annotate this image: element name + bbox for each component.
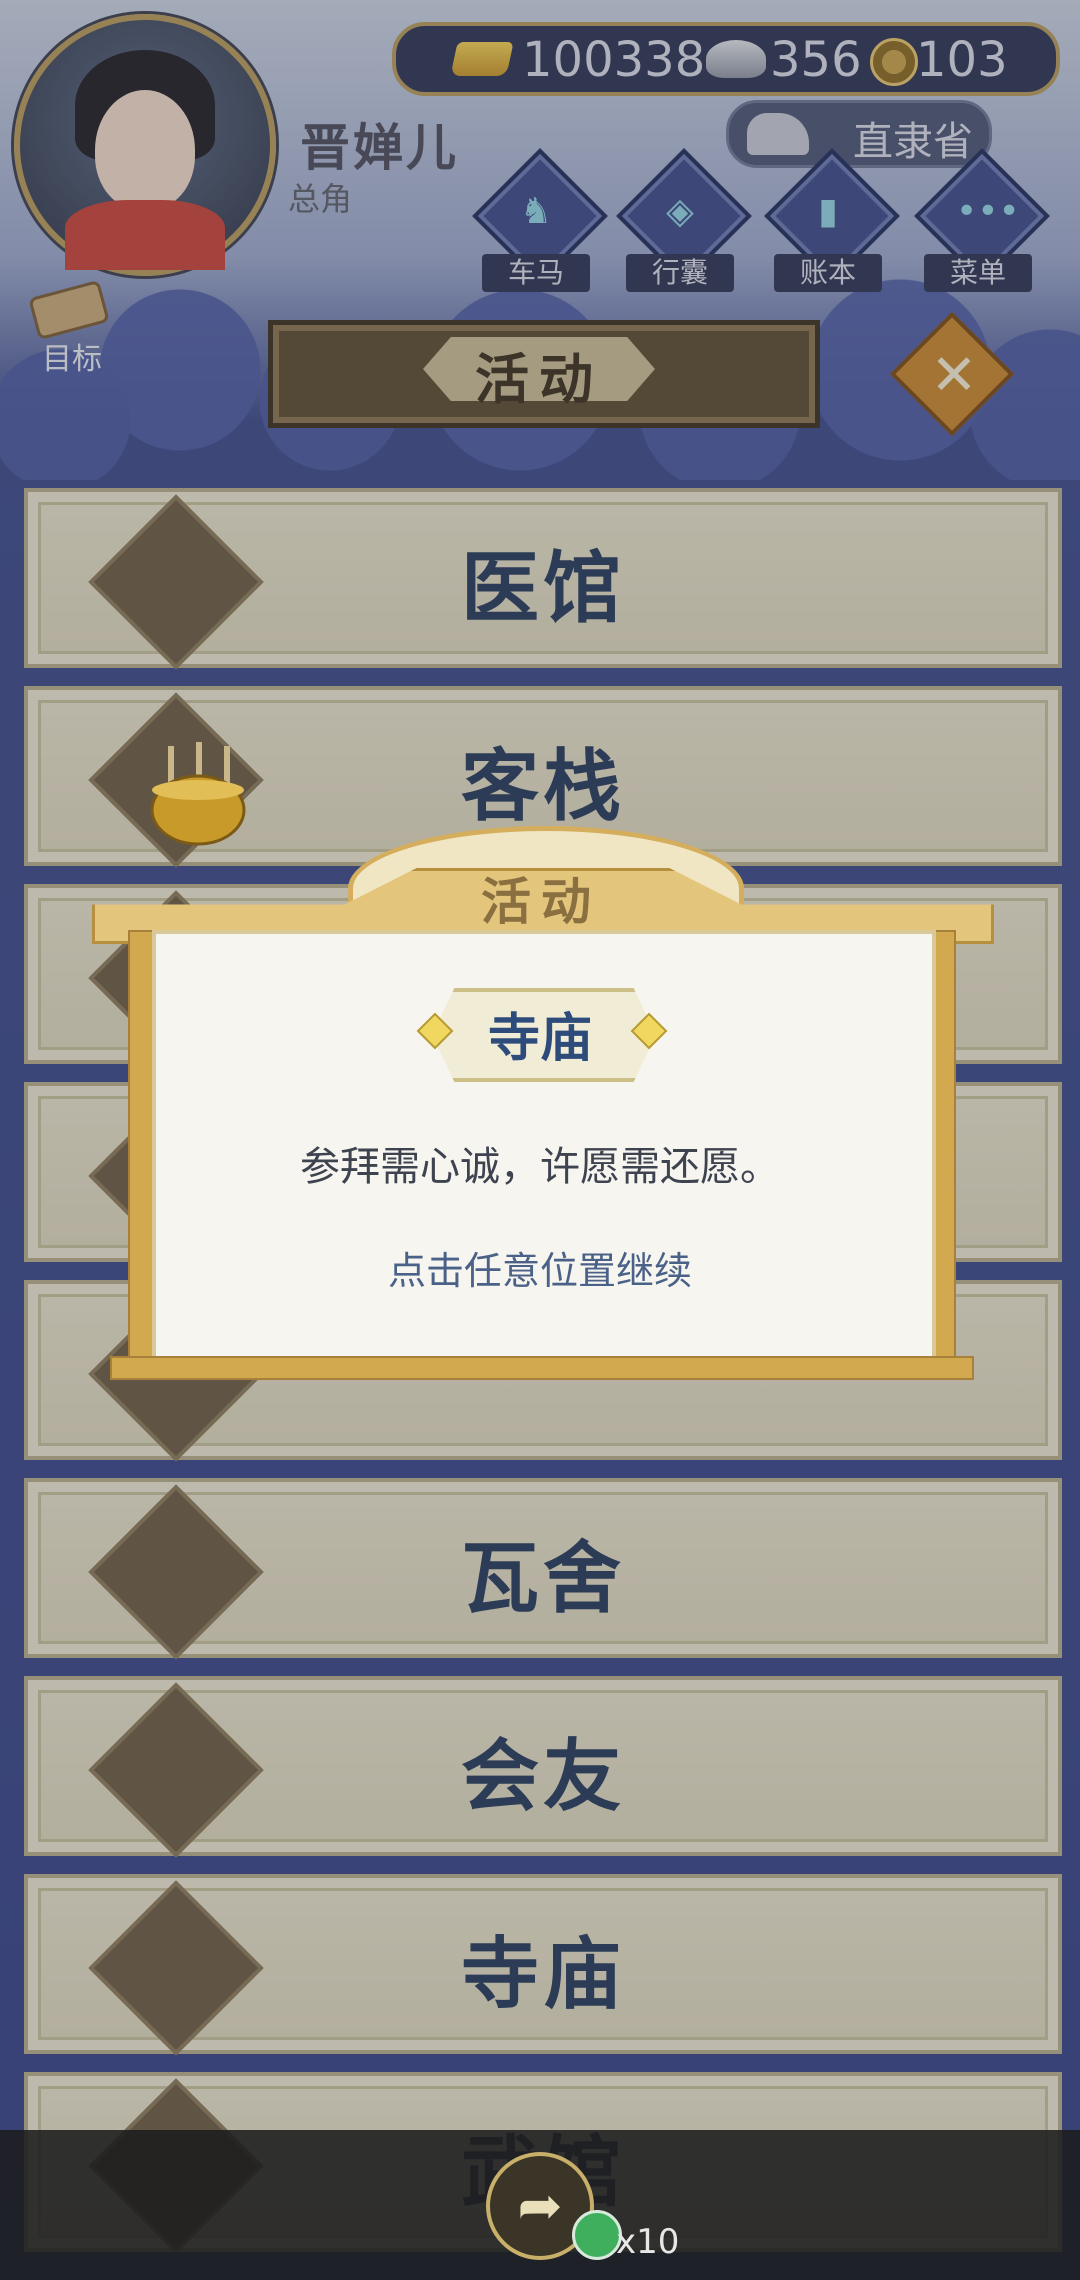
share-arrow-icon: ➦ — [517, 2174, 563, 2237]
modal-pillar-left — [128, 930, 154, 1374]
censer-icon — [150, 742, 246, 846]
modal-title: 活动 — [481, 873, 601, 931]
jade-reward-icon — [572, 2210, 622, 2260]
modal-base — [110, 1356, 974, 1380]
place-name: 寺庙 — [487, 1009, 592, 1069]
modal-description: 参拜需心诚，许愿需还愿。 — [300, 1144, 780, 1190]
share-reward-count: x10 — [616, 2222, 680, 2262]
continue-hint[interactable]: 点击任意位置继续 — [152, 1240, 928, 1295]
